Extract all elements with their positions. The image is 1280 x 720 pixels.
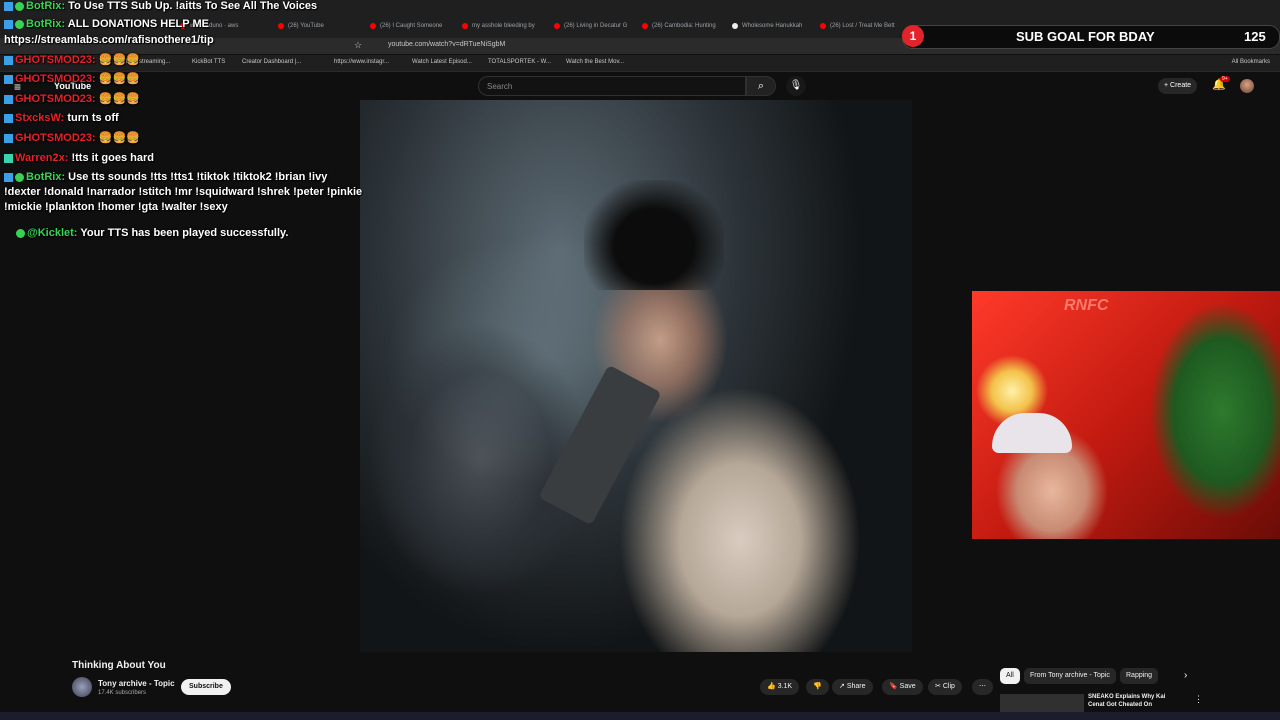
browser-tab[interactable]: (26) Living in Decatur G xyxy=(554,18,634,34)
chat-message: StxcksW: turn ts off xyxy=(4,112,119,124)
tab-favicon-icon xyxy=(732,23,738,29)
more-vertical-icon[interactable]: ⋮ xyxy=(1194,694,1203,705)
microphone-icon[interactable]: 🎙 xyxy=(786,76,806,96)
tab-favicon-icon xyxy=(370,23,376,29)
chat-message: @Kicklet: Your TTS has been played succe… xyxy=(4,227,288,239)
save-button[interactable]: 🔖 Save xyxy=(882,679,923,695)
bot-icon xyxy=(4,19,13,29)
chat-message: !dexter !donald !narrador !stitch !mr !s… xyxy=(4,186,363,198)
chat-message: BotRix: ALL DONATIONS HELP ME xyxy=(4,18,209,30)
dislike-button[interactable]: 👎 xyxy=(806,679,829,695)
scissors-icon: ✂ xyxy=(935,683,941,690)
video-title: Thinking About You xyxy=(72,660,166,671)
badge-icon xyxy=(4,153,13,163)
create-button[interactable]: + Create xyxy=(1158,78,1198,94)
bookmark-item[interactable]: https://www.instagr... xyxy=(334,59,389,65)
bot-icon xyxy=(4,133,13,143)
bookmark-item[interactable]: Watch Latest Episod... xyxy=(412,59,472,65)
badge-icon xyxy=(15,172,24,182)
search-icon[interactable]: ⌕ xyxy=(746,76,776,96)
tab-favicon-icon xyxy=(278,23,284,29)
bookmark-item[interactable]: Watch the Best Mov... xyxy=(566,59,624,65)
channel-name[interactable]: Tony archive - Topic xyxy=(98,679,175,688)
chip-all[interactable]: All xyxy=(1000,668,1020,684)
chip-from-channel[interactable]: From Tony archive - Topic xyxy=(1024,668,1116,684)
share-icon: ↗ xyxy=(839,683,845,690)
like-button[interactable]: 👍 3.1K xyxy=(760,679,800,695)
bookmark-item[interactable]: TOTALSPORTEK - W... xyxy=(488,59,551,65)
recommended-title[interactable]: SNEAKO Explains Why Kai Cenat Got Cheated… xyxy=(1088,693,1165,709)
browser-tab[interactable]: Wholesome Hanukkah xyxy=(732,18,812,34)
taskbar-strip xyxy=(0,712,1280,720)
bookmark-star-icon[interactable]: ☆ xyxy=(354,40,362,51)
webcam-overlay: RNFC xyxy=(972,291,1280,539)
badge-icon xyxy=(15,19,24,29)
browser-tab[interactable]: (26) YouTube xyxy=(278,18,364,34)
search-input[interactable]: Search xyxy=(478,76,746,96)
more-actions-button[interactable]: ⋯ xyxy=(972,679,993,695)
browser-tab[interactable]: (26) I Caught Someone xyxy=(370,18,456,34)
video-player[interactable] xyxy=(360,100,912,652)
chat-message: GHOTSMOD23: 🍔🍔🍔 xyxy=(4,53,140,66)
thumbs-down-icon: 👎 xyxy=(813,683,822,690)
bot-icon xyxy=(4,172,13,182)
notification-badge: 9+ xyxy=(1220,76,1230,82)
subscribe-button[interactable]: Subscribe xyxy=(181,679,231,695)
chat-message: GHOTSMOD23: 🍔🍔🍔 xyxy=(4,72,140,85)
bookmark-item[interactable]: KickBot TTS xyxy=(192,59,225,65)
url-field[interactable]: youtube.com/watch?v=dRTueNiSgbM xyxy=(388,41,505,48)
chat-message: BotRix: To Use TTS Sub Up. !aitts To See… xyxy=(4,0,317,12)
chat-message: https://streamlabs.com/rafisnothere1/tip xyxy=(4,34,214,46)
sub-goal-count: 125 xyxy=(1244,29,1266,44)
sub-goal-label: SUB GOAL FOR BDAY xyxy=(1016,29,1155,44)
bot-icon xyxy=(4,55,13,65)
chat-message: BotRix: Use tts sounds !tts !tts1 !tikto… xyxy=(4,171,327,183)
video-frame-subject xyxy=(584,180,724,290)
webcam-wall-logo: RNFC xyxy=(1064,297,1109,314)
clip-button[interactable]: ✂ Clip xyxy=(928,679,962,695)
channel-avatar[interactable] xyxy=(72,677,92,697)
badge-icon xyxy=(16,228,25,238)
chat-message: !mickie !plankton !homer !gta !walter !s… xyxy=(4,201,228,213)
subscriber-count: 17.4K subscribers xyxy=(98,690,147,696)
badge-icon xyxy=(15,1,24,11)
bot-icon xyxy=(4,1,13,11)
share-button[interactable]: ↗ Share xyxy=(832,679,873,695)
chat-message: GHOTSMOD23: 🍔🍔🍔 xyxy=(4,131,140,144)
tab-favicon-icon xyxy=(554,23,560,29)
chevron-right-icon[interactable]: › xyxy=(1184,670,1187,681)
save-icon: 🔖 xyxy=(889,683,898,690)
thumbs-up-icon: 👍 xyxy=(767,683,776,690)
bot-icon xyxy=(4,74,13,84)
all-bookmarks-button[interactable]: All Bookmarks xyxy=(1232,59,1270,65)
browser-tab[interactable]: my asshole bleeding by xyxy=(462,18,548,34)
webcam-streamer xyxy=(992,413,1072,453)
browser-tab[interactable]: (26) Cambodia: Hunting xyxy=(642,18,722,34)
tab-favicon-icon xyxy=(462,23,468,29)
sub-goal-number: 1 xyxy=(902,25,924,47)
bot-icon xyxy=(4,113,13,123)
browser-tab[interactable]: (26) Lost / Treat Me Bett xyxy=(820,18,900,34)
tab-favicon-icon xyxy=(820,23,826,29)
avatar[interactable] xyxy=(1240,79,1254,93)
bot-icon xyxy=(4,94,13,104)
chat-message: GHOTSMOD23: 🍔🍔🍔 xyxy=(4,92,140,105)
chip-rapping[interactable]: Rapping xyxy=(1120,668,1159,684)
bookmark-item[interactable]: Creator Dashboard |... xyxy=(242,59,301,65)
chat-message: Warren2x: !tts it goes hard xyxy=(4,152,154,164)
tab-favicon-icon xyxy=(642,23,648,29)
